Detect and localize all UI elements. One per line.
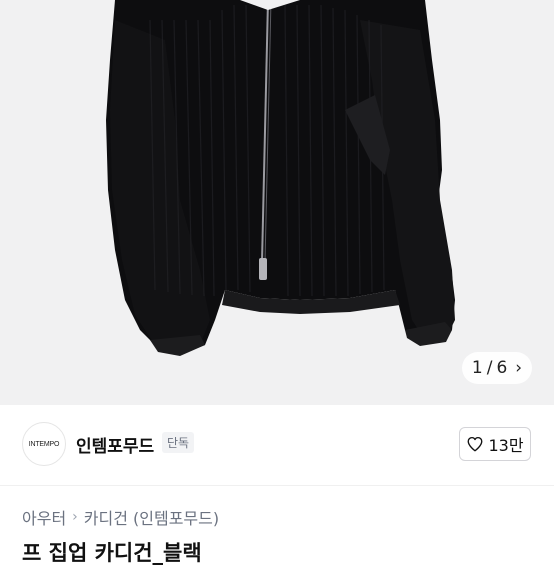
seller-logo[interactable]: INTEMPO [22,422,66,466]
divider [0,485,554,486]
seller-row[interactable]: INTEMPO 인템포무드 단독 13만 [0,405,554,485]
chevron-right-icon: › [72,509,78,525]
image-counter-current: 1 [471,358,483,378]
breadcrumb-item-cardigan[interactable]: 카디건 (인템포무드) [84,505,219,529]
like-button[interactable]: 13만 [459,427,531,461]
image-counter-total: 6 [496,358,508,378]
chevron-right-icon: › [515,358,523,378]
breadcrumb-item-outer[interactable]: 아우터 [22,505,66,529]
product-image[interactable]: 1 / 6 › [0,0,554,405]
exclusive-badge: 단독 [162,432,195,453]
cardigan-photo [106,0,455,356]
seller-name[interactable]: 인템포무드 [76,432,154,457]
breadcrumb: 아우터 › 카디건 (인템포무드) [22,505,219,529]
heart-icon [468,436,483,452]
seller-logo-text: INTEMPO [28,440,60,448]
image-counter[interactable]: 1 / 6 › [462,352,532,384]
image-counter-separator: / [486,358,493,378]
like-count: 13만 [488,436,524,455]
product-title: 프 집업 카디건_블랙 [22,541,202,565]
